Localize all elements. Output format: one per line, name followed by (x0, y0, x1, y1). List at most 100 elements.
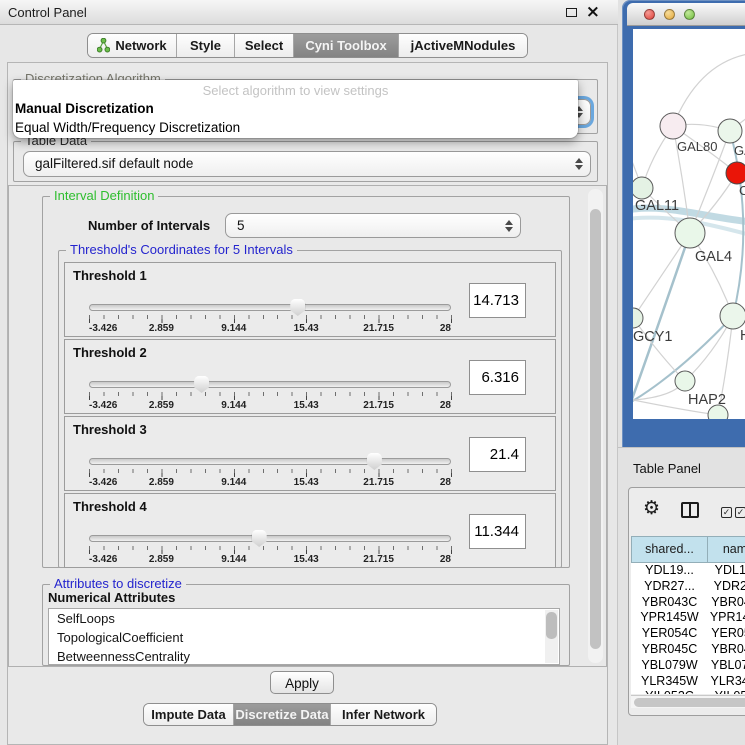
dropdown-item-equal-width[interactable]: Equal Width/Frequency Discretization (13, 118, 578, 137)
network-window-titlebar[interactable] (627, 3, 745, 26)
control-panel-content: Discretization Algorithm Table Data galF… (7, 62, 608, 745)
threshold-label: Threshold 4 (73, 499, 147, 514)
close-icon[interactable]: × (586, 2, 600, 22)
list-item[interactable]: BetweennessCentrality (49, 647, 559, 665)
tick-label: 21.715 (363, 400, 394, 411)
gear-icon[interactable]: ⚙ (643, 497, 660, 519)
table-row[interactable]: YIL052CYIL052C (631, 689, 745, 694)
table-row[interactable]: YER054CYER054C (631, 626, 745, 642)
threshold-4-slider[interactable] (89, 535, 451, 542)
interval-count-combobox[interactable]: 5 (225, 213, 521, 238)
list-scrollbar[interactable] (545, 610, 558, 663)
tab-discretize-data[interactable]: Discretize Data (234, 704, 331, 725)
columns-icon[interactable] (681, 502, 699, 518)
column-header-name[interactable]: name (708, 536, 745, 563)
tick-label: 2.859 (149, 554, 174, 565)
slider-thumb[interactable] (367, 453, 382, 470)
checkbox-icon[interactable]: ✓ (721, 507, 732, 518)
minimize-traffic-light-icon[interactable] (664, 9, 675, 20)
cell: YLR345W (631, 674, 708, 690)
threshold-1-slider[interactable] (89, 304, 451, 311)
tick-label: 28 (440, 554, 451, 565)
tab-impute-data[interactable]: Impute Data (144, 704, 234, 725)
apply-button[interactable]: Apply (270, 671, 334, 694)
table-horizontal-scrollbar[interactable] (631, 695, 745, 708)
bottom-tab-bar: Impute Data Discretize Data Infer Networ… (143, 703, 437, 726)
node-upper-right[interactable] (718, 119, 742, 143)
network-canvas[interactable]: GAL80 GA C GAL11 GAL4 GCY1 H HAP2 (633, 29, 745, 419)
slider-thumb[interactable] (290, 299, 305, 316)
list-item[interactable]: SelfLoops (49, 609, 559, 628)
tab-label: Style (190, 38, 221, 53)
table-data-combobox[interactable]: galFiltered.sif default node (23, 151, 591, 177)
table-row[interactable]: YPR145WYPR145W (631, 610, 745, 626)
tick-label: 21.715 (363, 554, 394, 565)
close-traffic-light-icon[interactable] (644, 9, 655, 20)
float-window-icon[interactable] (566, 8, 577, 17)
tab-cyni-toolbox[interactable]: Cyni Toolbox (294, 34, 399, 57)
threshold-4-value-input[interactable]: 11.344 (469, 514, 526, 549)
threshold-4-panel: Threshold 4 -3.426 2.859 9.144 15.43 21.… (64, 493, 556, 568)
table-rows: YDL19...YDL19... YDR27...YDR27... YBR043… (631, 563, 745, 694)
dropdown-item-manual-discretization[interactable]: Manual Discretization (13, 99, 578, 118)
threshold-2-slider[interactable] (89, 381, 451, 388)
slider-thumb[interactable] (194, 376, 209, 393)
node-gcy1[interactable] (633, 308, 643, 328)
slider-thumb[interactable] (252, 530, 267, 547)
network-graph: GAL80 GA C GAL11 GAL4 GCY1 H HAP2 (633, 29, 745, 419)
node-gal80[interactable] (660, 113, 686, 139)
cell: YBR043C (708, 595, 745, 611)
checkbox-icon[interactable]: ✓ (735, 507, 745, 518)
threshold-3-slider[interactable] (89, 458, 451, 465)
table-row[interactable]: YBR043CYBR043C (631, 595, 745, 611)
tick-label: 2.859 (149, 477, 174, 488)
column-header-shared-name[interactable]: shared... (631, 536, 708, 563)
tab-select[interactable]: Select (235, 34, 294, 57)
threshold-2-value-input[interactable]: 6.316 (469, 360, 526, 395)
tick-label: 9.144 (221, 554, 246, 565)
cell: YDR27... (708, 579, 745, 595)
table-row[interactable]: YLR345WYLR345W (631, 674, 745, 690)
tab-jactivemnodules[interactable]: jActiveMNodules (399, 34, 527, 57)
tab-style[interactable]: Style (177, 34, 235, 57)
threshold-3-value-input[interactable]: 21.4 (469, 437, 526, 472)
tick-label: -3.426 (89, 477, 117, 488)
table-row[interactable]: YBR045CYBR045C (631, 642, 745, 658)
tick-label: 15.43 (294, 400, 319, 411)
combo-value: galFiltered.sif default node (35, 156, 193, 171)
cell: YPR145W (708, 610, 745, 626)
table-toolbar: ⚙ ✓ ✓ (629, 488, 745, 535)
zoom-traffic-light-icon[interactable] (684, 9, 695, 20)
node-gal11[interactable] (633, 177, 653, 199)
tab-infer-network[interactable]: Infer Network (331, 704, 436, 725)
node-red-selected[interactable] (726, 162, 745, 184)
scrollbar-thumb[interactable] (634, 698, 745, 707)
scrollbar-thumb[interactable] (546, 612, 557, 639)
tab-network[interactable]: Network (88, 34, 177, 57)
tick-label: 28 (440, 400, 451, 411)
tick-label: -3.426 (89, 554, 117, 565)
slider-ticks (89, 392, 452, 400)
scrollbar-thumb[interactable] (590, 209, 601, 649)
settings-scroll-area: Interval Definition Number of Intervals … (8, 185, 607, 667)
slider-tick-labels: -3.426 2.859 9.144 15.43 21.715 28 (89, 477, 451, 489)
table-row[interactable]: YDR27...YDR27... (631, 579, 745, 595)
threshold-1-panel: Threshold 1 -3.426 2.859 9.144 15.43 21.… (64, 262, 556, 337)
cell: YBR043C (631, 595, 708, 611)
tick-label: 21.715 (363, 477, 394, 488)
threshold-1-value-input[interactable]: 14.713 (469, 283, 526, 318)
node-label: GCY1 (633, 329, 673, 345)
number-of-intervals-label: Number of Intervals (88, 218, 210, 233)
table-row[interactable]: YDL19...YDL19... (631, 563, 745, 579)
cell: YDL19... (708, 563, 745, 579)
list-item[interactable]: TopologicalCoefficient (49, 628, 559, 647)
cell: YBL079W (708, 658, 745, 674)
node-hap2[interactable] (675, 371, 695, 391)
tick-label: 15.43 (294, 554, 319, 565)
cell: YBL079W (631, 658, 708, 674)
cell: YER054C (708, 626, 745, 642)
table-row[interactable]: YBL079WYBL079W (631, 658, 745, 674)
settings-scrollbar[interactable] (588, 189, 603, 663)
node-gal4[interactable] (675, 218, 705, 248)
node-right[interactable] (720, 303, 745, 329)
